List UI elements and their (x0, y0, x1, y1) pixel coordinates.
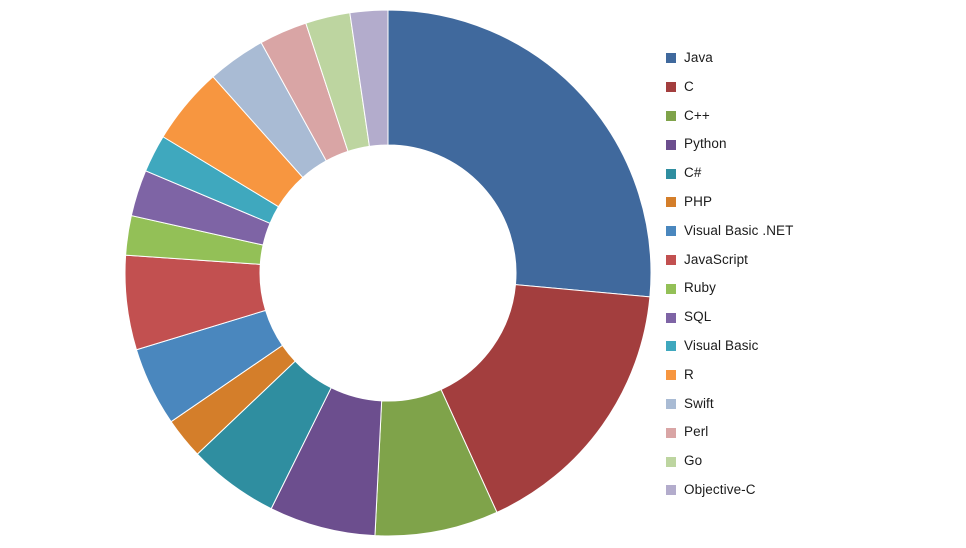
legend-swatch-icon (666, 82, 676, 93)
legend-item-label: Visual Basic .NET (684, 222, 794, 238)
legend-swatch-icon (666, 312, 676, 323)
legend-item-label: Java (684, 50, 713, 65)
legend-item-visual-basic[interactable]: Visual Basic (666, 332, 956, 361)
legend-item-ruby[interactable]: Ruby (666, 274, 956, 303)
legend-item-label: PHP (684, 193, 713, 209)
legend-item-c[interactable]: C (666, 73, 956, 102)
legend-item-label: C (684, 78, 694, 94)
legend-swatch-icon (666, 168, 676, 179)
legend-swatch-icon (666, 341, 676, 352)
legend-item-python[interactable]: Python (666, 130, 956, 159)
legend-swatch-icon (666, 254, 676, 265)
legend-item-label: Visual Basic (684, 337, 759, 353)
legend-item-perl[interactable]: Perl (666, 418, 956, 447)
donut-chart-svg (124, 9, 652, 537)
legend-swatch-icon (666, 110, 676, 121)
donut-chart-container: Java C C++ Python C# PHP Visual Basic .NET Java… (0, 0, 966, 548)
legend-item-label: C# (684, 165, 702, 181)
legend-item-javascript[interactable]: JavaScript (666, 246, 956, 275)
legend-item-objective-c[interactable]: Objective-C (666, 476, 956, 505)
legend-swatch-icon (666, 139, 676, 150)
legend-item-label: Swift (684, 395, 714, 411)
legend-swatch-icon (666, 53, 676, 64)
legend-swatch-icon (666, 370, 676, 381)
legend-swatch-icon (666, 427, 676, 438)
legend-item-label: Ruby (684, 280, 716, 296)
legend-item-php[interactable]: PHP (666, 188, 956, 217)
legend-item-r[interactable]: R (666, 361, 956, 390)
legend-item-java[interactable]: Java (666, 44, 956, 73)
donut-chart-plot-area (0, 0, 660, 548)
legend-swatch-icon (666, 485, 676, 496)
legend-item-c[interactable]: C++ (666, 102, 956, 131)
legend-item-label: Python (684, 136, 727, 152)
legend-swatch-icon (666, 226, 676, 237)
donut-slice-group (124, 9, 652, 537)
legend-item-go[interactable]: Go (666, 447, 956, 476)
legend-swatch-icon (666, 283, 676, 294)
legend-item-label: Go (684, 453, 703, 469)
legend-item-label: Perl (684, 424, 709, 440)
legend-item-label: Objective-C (684, 481, 756, 497)
chart-legend: Java C C++ Python C# PHP Visual Basic .NET Java… (666, 44, 956, 505)
legend-item-label: SQL (684, 309, 712, 325)
legend-swatch-icon (666, 398, 676, 409)
legend-item-sql[interactable]: SQL (666, 303, 956, 332)
legend-item-label: C++ (684, 107, 710, 123)
legend-item-swift[interactable]: Swift (666, 390, 956, 419)
legend-item-label: JavaScript (684, 251, 749, 267)
legend-swatch-icon (666, 456, 676, 467)
legend-item-c[interactable]: C# (666, 159, 956, 188)
donut-slice-java[interactable] (387, 9, 652, 298)
legend-item-visual-basic-net[interactable]: Visual Basic .NET (666, 217, 956, 246)
legend-item-label: R (684, 366, 694, 382)
legend-swatch-icon (666, 197, 676, 208)
